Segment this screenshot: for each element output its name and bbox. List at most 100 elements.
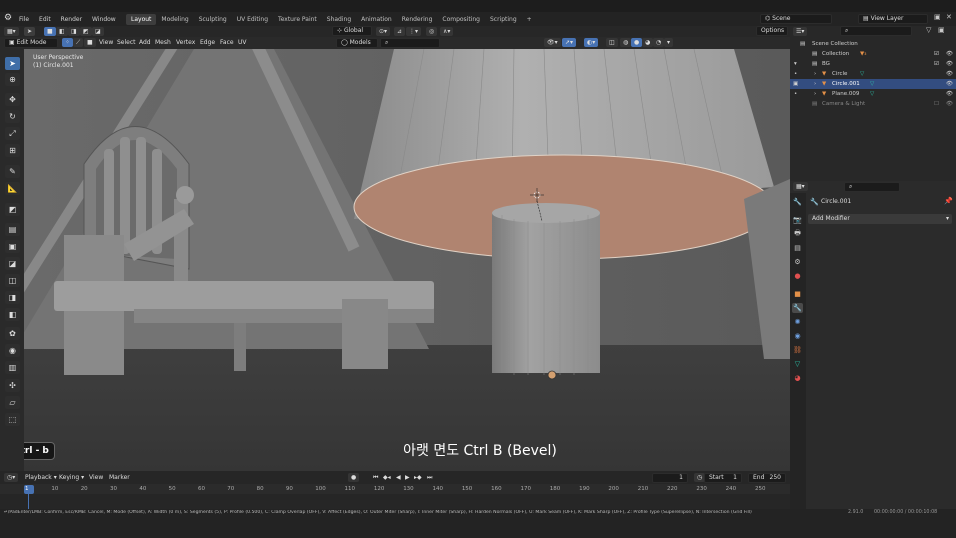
rotate-tool-icon[interactable]: ↻ bbox=[5, 110, 20, 123]
tab-rendering[interactable]: Rendering bbox=[397, 14, 438, 25]
snap-icon[interactable]: ⊿ bbox=[394, 27, 406, 36]
checkbox-icon[interactable]: ☑ bbox=[934, 49, 939, 59]
current-frame-field[interactable]: 1 bbox=[652, 473, 688, 483]
view-layer-selector[interactable]: ▤ View Layer bbox=[858, 14, 928, 24]
transform-orientation-dropdown[interactable]: ⊹ Global bbox=[332, 26, 372, 36]
physics-tab-icon[interactable]: ◉ bbox=[792, 331, 803, 341]
shading-options-icon[interactable]: ▾ bbox=[664, 38, 674, 47]
annotate-tool-icon[interactable]: ✎ bbox=[5, 165, 20, 178]
modifier-tab-icon[interactable]: 🔧 bbox=[792, 303, 803, 313]
select-tool-icon[interactable]: ➤ bbox=[24, 27, 36, 36]
face-select-icon[interactable]: ■ bbox=[84, 38, 96, 47]
outliner-row-bg[interactable]: ▾ ▤ BG ☑ 👁 bbox=[790, 59, 956, 69]
pivot-models-dropdown[interactable]: ◯ Models bbox=[336, 38, 378, 48]
measure-tool-icon[interactable]: 📐 bbox=[5, 182, 20, 195]
inset-tool-icon[interactable]: ▣ bbox=[5, 240, 20, 253]
outliner-row-camera-light[interactable]: ▤ Camera & Light ☐ 👁 bbox=[790, 99, 956, 109]
timeline-editor-icon[interactable]: ◷▾ bbox=[4, 473, 19, 482]
wireframe-shading-icon[interactable]: ◍ bbox=[620, 38, 632, 47]
view-layer-options-icon[interactable]: ▣ bbox=[934, 13, 941, 21]
viewport-menu-select[interactable]: Select bbox=[114, 38, 139, 47]
eye-icon[interactable]: 👁 bbox=[946, 49, 953, 59]
prev-keyframe-icon[interactable]: ◆◂ bbox=[380, 473, 394, 482]
select-mode-invert-icon[interactable]: ◩ bbox=[80, 27, 92, 36]
jump-end-icon[interactable]: ⏭ bbox=[424, 473, 435, 482]
viewport-search-input[interactable]: ⌕ bbox=[380, 38, 440, 48]
checkbox-icon[interactable]: ☑ bbox=[934, 59, 939, 69]
timeline-menu-playback[interactable]: Playback ▾ bbox=[22, 473, 60, 482]
outliner-search-input[interactable]: ⌕ bbox=[840, 26, 912, 36]
record-icon[interactable]: ● bbox=[348, 473, 360, 482]
add-modifier-dropdown[interactable]: Add Modifier ▾ bbox=[808, 214, 952, 224]
eye-icon[interactable]: 👁 bbox=[946, 99, 953, 109]
scale-tool-icon[interactable]: ⤢ bbox=[5, 127, 20, 140]
gizmo-icon[interactable]: ➚▾ bbox=[562, 38, 577, 47]
view-layer-tab-icon[interactable]: ▤ bbox=[792, 243, 803, 253]
pivot-point-icon[interactable]: ⊙▾ bbox=[376, 27, 391, 36]
properties-search-input[interactable]: ⌕ bbox=[844, 182, 900, 192]
select-mode-extend-icon[interactable]: ◧ bbox=[56, 27, 68, 36]
extrude-tool-icon[interactable]: ▤ bbox=[5, 223, 20, 236]
smooth-tool-icon[interactable]: ◉ bbox=[5, 344, 20, 357]
filter-icon[interactable]: ▽ bbox=[926, 26, 931, 34]
mode-dropdown[interactable]: ▣ Edit Mode bbox=[4, 38, 58, 48]
solid-shading-icon[interactable]: ● bbox=[631, 38, 643, 47]
proportional-edit-icon[interactable]: ◎ bbox=[426, 27, 438, 36]
viewport-menu-mesh[interactable]: Mesh bbox=[152, 38, 174, 47]
rip-tool-icon[interactable]: ⬚ bbox=[5, 413, 20, 426]
tab-uv-editing[interactable]: UV Editing bbox=[232, 14, 273, 25]
poly-build-tool-icon[interactable]: ◧ bbox=[5, 308, 20, 321]
spin-tool-icon[interactable]: ✿ bbox=[5, 327, 20, 340]
viewport-menu-uv[interactable]: UV bbox=[235, 38, 250, 47]
tab-sculpting[interactable]: Sculpting bbox=[194, 14, 232, 25]
expand-arrow-icon[interactable]: › bbox=[814, 69, 816, 79]
blender-logo-icon[interactable]: ⚙ bbox=[4, 13, 12, 23]
add-workspace-icon[interactable]: + bbox=[522, 14, 537, 25]
eye-icon[interactable]: 👁 bbox=[946, 79, 953, 89]
outliner-row-circle-001[interactable]: ▣ › ▼ Circle.001 ▽ 👁 bbox=[790, 79, 956, 89]
viewport-menu-vertex[interactable]: Vertex bbox=[173, 38, 198, 47]
material-tab-icon[interactable]: ◕ bbox=[792, 373, 803, 383]
menu-edit[interactable]: Edit bbox=[34, 14, 56, 25]
add-cube-tool-icon[interactable]: ◩ bbox=[5, 203, 20, 216]
pin-icon[interactable]: 📌 bbox=[944, 197, 953, 205]
edge-select-icon[interactable]: ⟋ bbox=[73, 38, 84, 47]
eye-icon[interactable]: 👁 bbox=[946, 69, 953, 79]
expand-arrow-icon[interactable]: ▾ bbox=[794, 59, 797, 69]
move-tool-icon[interactable]: ✥ bbox=[5, 93, 20, 106]
3d-viewport[interactable]: User Perspective (1) Circle.001 Ctrl - b… bbox=[24, 49, 790, 471]
loop-cut-tool-icon[interactable]: ◫ bbox=[5, 274, 20, 287]
rendered-shading-icon[interactable]: ◔ bbox=[653, 38, 665, 47]
shear-tool-icon[interactable]: ▱ bbox=[5, 396, 20, 409]
knife-tool-icon[interactable]: ◨ bbox=[5, 291, 20, 304]
world-tab-icon[interactable]: ● bbox=[792, 271, 803, 281]
outliner-row-collection[interactable]: ▤ Collection ▼₃ ☑ 👁 bbox=[790, 49, 956, 59]
particles-tab-icon[interactable]: ✺ bbox=[792, 317, 803, 327]
vertex-select-icon[interactable]: ⁘ bbox=[62, 38, 74, 47]
cursor-tool-icon[interactable]: ⊕ bbox=[5, 73, 20, 86]
render-tab-icon[interactable]: 📷 bbox=[792, 215, 803, 225]
expand-arrow-icon[interactable]: › bbox=[814, 89, 816, 99]
tab-texture-paint[interactable]: Texture Paint bbox=[273, 14, 322, 25]
tab-animation[interactable]: Animation bbox=[356, 14, 397, 25]
constraints-tab-icon[interactable]: ⛓ bbox=[792, 345, 803, 355]
viewport-menu-face[interactable]: Face bbox=[217, 38, 237, 47]
outliner-editor-icon[interactable]: ☰▾ bbox=[793, 27, 808, 36]
viewport-menu-edge[interactable]: Edge bbox=[197, 38, 218, 47]
eye-icon[interactable]: 👁 bbox=[946, 59, 953, 69]
outliner-row-plane-009[interactable]: • › ▼ Plane.009 ▽ 👁 bbox=[790, 89, 956, 99]
material-shading-icon[interactable]: ◕ bbox=[642, 38, 654, 47]
outliner-row-scene-collection[interactable]: ▤ Scene Collection bbox=[790, 39, 956, 49]
viewport-menu-add[interactable]: Add bbox=[136, 38, 154, 47]
proportional-falloff-icon[interactable]: ∧▾ bbox=[440, 27, 454, 36]
select-mode-intersect-icon[interactable]: ◪ bbox=[92, 27, 104, 36]
end-frame-field[interactable]: End 250 bbox=[748, 473, 786, 483]
menu-window[interactable]: Window bbox=[87, 14, 121, 25]
properties-editor-icon[interactable]: ▦▾ bbox=[793, 182, 808, 191]
timeline-menu-marker[interactable]: Marker bbox=[106, 473, 133, 482]
edge-slide-tool-icon[interactable]: ▥ bbox=[5, 361, 20, 374]
expand-arrow-icon[interactable]: › bbox=[814, 79, 816, 89]
tab-shading[interactable]: Shading bbox=[322, 14, 356, 25]
tool-tab-icon[interactable]: 🔧 bbox=[792, 197, 803, 207]
snap-target-icon[interactable]: ⋮▾ bbox=[406, 27, 422, 36]
